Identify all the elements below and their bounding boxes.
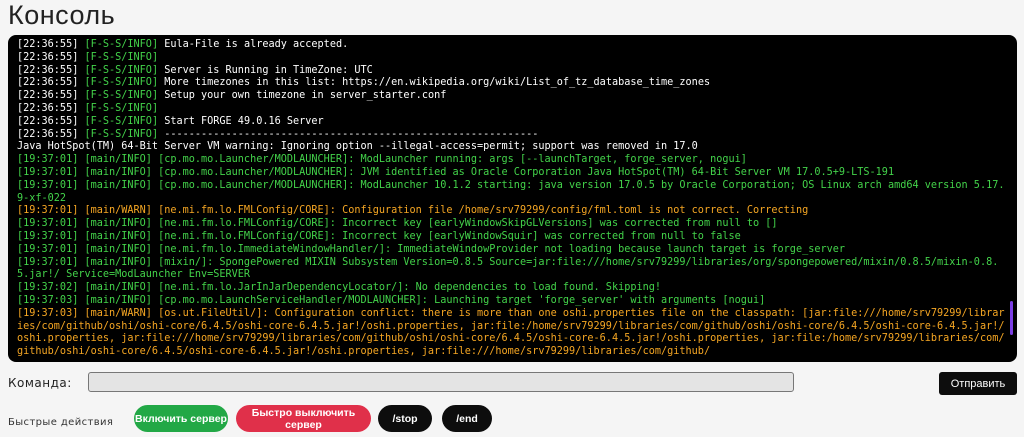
console-line-tag: [F-S-S/INFO] — [78, 128, 159, 140]
console-line: [19:37:01] [main/INFO] [cp.mo.mo.Launche… — [17, 180, 1005, 206]
console-line-timestamp: [22:36:55] — [17, 102, 79, 114]
fast-stop-server-button[interactable]: Быстро выключить сервер — [236, 405, 371, 432]
console-line-message: [19:37:01] [main/INFO] [cp.mo.mo.Launche… — [17, 154, 747, 166]
console-line: [22:36:55] [F-S-S/INFO] Eula-File is alr… — [17, 39, 1005, 52]
console-line: [22:36:55] [F-S-S/INFO] — [17, 103, 1005, 116]
console-line-message: [19:37:02] [main/INFO] [ne.mi.fm.lo.JarI… — [17, 282, 662, 294]
console-line-timestamp: [22:36:55] — [17, 90, 79, 102]
console-line: [22:36:55] [F-S-S/INFO] ----------------… — [17, 129, 1005, 142]
console-line: [19:37:03] [main/WARN] [os.ut.FileUtil/]… — [17, 308, 1005, 359]
console-line-message: ----------------------------------------… — [158, 128, 539, 140]
quick-actions-label: Быстрые действия — [8, 417, 114, 428]
console-line-message: [19:37:01] [main/INFO] [cp.mo.mo.Launche… — [17, 179, 1005, 204]
console-log: [22:36:55] [F-S-S/INFO] Eula-File is alr… — [17, 39, 1005, 360]
console-line: Java HotSpot(TM) 64-Bit Server VM warnin… — [17, 141, 1005, 154]
console-line-tag: [F-S-S/INFO] — [78, 77, 159, 89]
console-line: [19:37:01] [main/INFO] [cp.mo.mo.Launche… — [17, 154, 1005, 167]
console-line-tag: [F-S-S/INFO] — [78, 39, 159, 50]
command-label: Команда: — [8, 376, 72, 390]
console-line-timestamp: [22:36:55] — [17, 64, 79, 76]
console-line: [22:36:55] [F-S-S/INFO] Start FORGE 49.0… — [17, 116, 1005, 129]
console-line: [19:37:03] [main/INFO] [cp.mo.mo.LaunchS… — [17, 295, 1005, 308]
console-line-message: Start FORGE 49.0.16 Server — [158, 115, 324, 127]
command-input[interactable] — [88, 372, 794, 392]
console-line-message: More timezones in this list: https://en.… — [158, 77, 711, 89]
console-line-message: [19:37:01] [main/INFO] [ne.mi.fm.lo.FMLC… — [17, 230, 741, 242]
console-line-message: Setup your own timezone in server_starte… — [158, 90, 447, 102]
console-line-tag: [F-S-S/INFO] — [78, 115, 159, 127]
console-line-tag: [F-S-S/INFO] — [78, 51, 159, 63]
console-line-message: [19:37:01] [main/INFO] [ne.mi.fm.lo.Imme… — [17, 243, 846, 255]
console-line: [19:37:01] [main/INFO] [ne.mi.fm.lo.Imme… — [17, 244, 1005, 257]
console-line: [22:36:55] [F-S-S/INFO] — [17, 52, 1005, 65]
console-line-message: [19:37:03] [main/INFO] [cp.mo.mo.LaunchS… — [17, 294, 766, 306]
console-line-message: Eula-File is already accepted. — [158, 39, 349, 50]
console-line-tag: [F-S-S/INFO] — [78, 102, 159, 114]
console-line-message: [19:37:01] [main/INFO] [cp.mo.mo.Launche… — [17, 166, 895, 178]
console-output[interactable]: [22:36:55] [F-S-S/INFO] Eula-File is alr… — [8, 35, 1017, 362]
console-line-message: Java HotSpot(TM) 64-Bit Server VM warnin… — [17, 141, 698, 153]
console-line-message: Server is Running in TimeZone: UTC — [158, 64, 373, 76]
console-line-message: [19:37:03] [main/WARN] [os.ut.FileUtil/]… — [17, 307, 1005, 358]
console-line: [19:37:01] [main/WARN] [ne.mi.fm.lo.FMLC… — [17, 205, 1005, 218]
console-line-message: [19:37:01] [main/INFO] [ne.mi.fm.lo.FMLC… — [17, 218, 778, 230]
console-line: [19:37:01] [main/INFO] [ne.mi.fm.lo.FMLC… — [17, 218, 1005, 231]
console-line: [22:36:55] [F-S-S/INFO] More timezones i… — [17, 77, 1005, 90]
console-line: [22:36:55] [F-S-S/INFO] Server is Runnin… — [17, 65, 1005, 78]
console-line: [19:37:01] [main/INFO] [cp.mo.mo.Launche… — [17, 167, 1005, 180]
console-line-timestamp: [22:36:55] — [17, 51, 79, 63]
start-server-button[interactable]: Включить сервер — [134, 405, 228, 432]
console-line-timestamp: [22:36:55] — [17, 39, 79, 50]
console-line: [19:37:01] [main/INFO] [mixin/]: SpongeP… — [17, 257, 1005, 283]
console-line-timestamp: [22:36:55] — [17, 128, 79, 140]
console-line: [19:37:02] [main/INFO] [ne.mi.fm.lo.JarI… — [17, 282, 1005, 295]
console-line-message: [19:37:01] [main/WARN] [ne.mi.fm.lo.FMLC… — [17, 205, 809, 217]
send-button[interactable]: Отправить — [939, 372, 1017, 395]
end-command-button[interactable]: /end — [442, 405, 492, 432]
console-line-timestamp: [22:36:55] — [17, 77, 79, 89]
console-line-tag: [F-S-S/INFO] — [78, 64, 159, 76]
console-line-message: [19:37:01] [main/INFO] [mixin/]: SpongeP… — [17, 256, 999, 281]
stop-command-button[interactable]: /stop — [378, 405, 432, 432]
console-line-tag: [F-S-S/INFO] — [78, 90, 159, 102]
console-line-timestamp: [22:36:55] — [17, 115, 79, 127]
console-line: [22:36:55] [F-S-S/INFO] Setup your own t… — [17, 90, 1005, 103]
page-title: Консоль — [8, 0, 116, 30]
console-line: [19:37:01] [main/INFO] [ne.mi.fm.lo.FMLC… — [17, 231, 1005, 244]
console-scrollbar[interactable] — [1010, 301, 1013, 335]
